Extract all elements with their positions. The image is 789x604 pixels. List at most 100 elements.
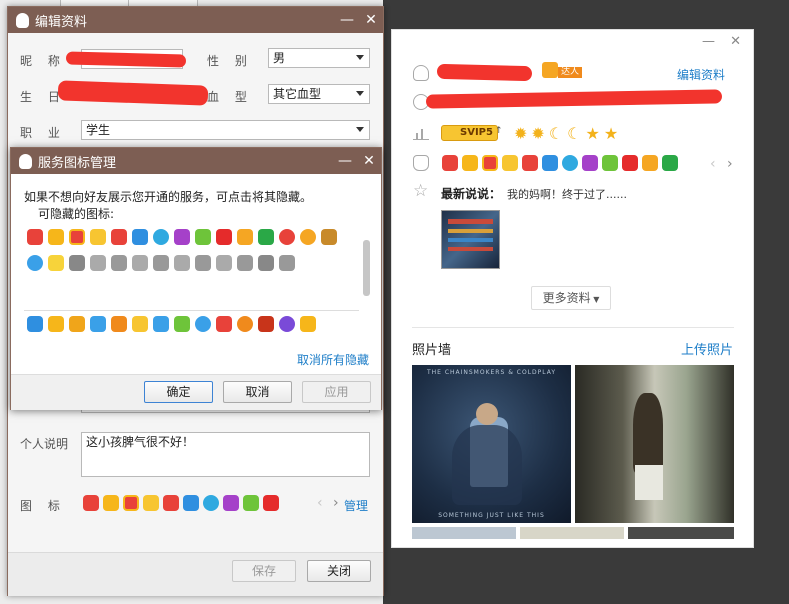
album-bottom-text: SOMETHING JUST LIKE THIS [438, 512, 545, 519]
book-icon[interactable] [642, 155, 658, 171]
purple-diamond-icon[interactable] [223, 495, 239, 511]
orange-circle-icon[interactable] [300, 229, 316, 245]
purple-diamond-icon[interactable] [174, 229, 190, 245]
qq-penguin-icon[interactable] [462, 155, 478, 171]
blue-diamond-icon[interactable] [542, 155, 558, 171]
red-arrow-icon[interactable] [263, 495, 279, 511]
bio-textarea[interactable]: 这小孩脾气很不好！ [81, 432, 370, 477]
latest-post-text[interactable]: 我的妈啊！终于过了...... [507, 186, 627, 202]
gold-diamond-icon[interactable] [48, 255, 64, 271]
orange-app-icon[interactable] [237, 316, 253, 332]
yellow-diamond-icon[interactable] [143, 495, 159, 511]
blue-app-icon[interactable] [195, 316, 211, 332]
gray-icon[interactable] [174, 255, 190, 271]
red-app-icon[interactable] [258, 316, 274, 332]
purple-diamond-icon[interactable] [582, 155, 598, 171]
qq-penguin-icon[interactable] [103, 495, 119, 511]
red-arrow-icon[interactable] [622, 155, 638, 171]
green-diamond-icon[interactable] [258, 229, 274, 245]
manage-link[interactable]: 管理 [344, 497, 368, 514]
gender-select[interactable]: 男 [268, 48, 370, 68]
gray-icon[interactable] [216, 255, 232, 271]
blue-diamond-icon[interactable] [132, 229, 148, 245]
red-app-icon[interactable] [216, 316, 232, 332]
heart-icon[interactable] [83, 495, 99, 511]
blood-type-select[interactable]: 其它血型 [268, 84, 370, 104]
close-dialog-button[interactable]: 关闭 [307, 560, 371, 582]
red-diamond-icon[interactable] [522, 155, 538, 171]
blue-app-icon[interactable] [90, 316, 106, 332]
star-service-icon[interactable] [562, 155, 578, 171]
photo-thumb[interactable] [412, 527, 516, 539]
purple-app-icon[interactable] [279, 316, 295, 332]
gray-icon[interactable] [153, 255, 169, 271]
orange-app-icon[interactable] [111, 316, 127, 332]
scrollbar-thumb[interactable] [363, 240, 370, 296]
edit-profile-link[interactable]: 编辑资料 [677, 66, 725, 83]
divider [412, 327, 734, 328]
cancel-all-hidden-link[interactable]: 取消所有隐藏 [297, 351, 369, 368]
minimize-button[interactable]: — [333, 153, 357, 169]
gray-icon[interactable] [69, 255, 85, 271]
star-app-icon[interactable] [132, 316, 148, 332]
game-icon[interactable] [69, 229, 85, 245]
qq-penguin-icon[interactable] [48, 229, 64, 245]
gray-icon[interactable] [258, 255, 274, 271]
ok-button[interactable]: 确定 [144, 381, 213, 403]
album-cover-photo[interactable]: THE CHAINSMOKERS & COLDPLAY SOMETHING JU… [412, 365, 571, 523]
star-service-icon[interactable] [203, 495, 219, 511]
photo-thumb[interactable] [628, 527, 734, 539]
photo-thumb[interactable] [520, 527, 624, 539]
yellow-diamond-icon[interactable] [502, 155, 518, 171]
icons-prev-arrow[interactable]: ‹ [710, 156, 716, 172]
yellow-app-icon[interactable] [300, 316, 316, 332]
upload-photo-link[interactable]: 上传照片 [681, 339, 733, 358]
red-diamond-icon[interactable] [111, 229, 127, 245]
book-icon[interactable] [237, 229, 253, 245]
post-thumbnail[interactable] [441, 210, 500, 269]
more-info-button[interactable]: 更多资料 ▼ [531, 286, 611, 310]
blue-app-icon[interactable] [153, 316, 169, 332]
gray-icon[interactable] [279, 255, 295, 271]
green-music-icon[interactable] [195, 229, 211, 245]
gray-icon[interactable] [90, 255, 106, 271]
card-close-button[interactable]: ✕ [730, 34, 741, 49]
brown-icon[interactable] [321, 229, 337, 245]
red-diamond-icon[interactable] [163, 495, 179, 511]
yellow-diamond-icon[interactable] [90, 229, 106, 245]
minimize-button[interactable]: — [335, 12, 359, 28]
cloud-icon[interactable] [27, 255, 43, 271]
card-minimize-button[interactable]: — [702, 34, 715, 49]
cancel-button[interactable]: 取消 [223, 381, 292, 403]
yellow-app-icon[interactable] [69, 316, 85, 332]
gray-icon[interactable] [111, 255, 127, 271]
heart-icon[interactable] [27, 229, 43, 245]
job-select[interactable]: 学生 [81, 120, 370, 140]
save-button[interactable]: 保存 [232, 560, 296, 582]
blue-diamond-icon[interactable] [183, 495, 199, 511]
svip-badge[interactable]: SVIP5 [441, 125, 498, 141]
green-diamond-icon[interactable] [662, 155, 678, 171]
blue-app-icon[interactable] [27, 316, 43, 332]
green-app-icon[interactable] [174, 316, 190, 332]
game-icon[interactable] [123, 495, 139, 511]
close-button[interactable]: ✕ [357, 153, 381, 169]
star-service-icon[interactable] [153, 229, 169, 245]
green-music-icon[interactable] [602, 155, 618, 171]
game-icon[interactable] [482, 155, 498, 171]
qq-icon[interactable] [48, 316, 64, 332]
green-music-icon[interactable] [243, 495, 259, 511]
gray-icon[interactable] [237, 255, 253, 271]
window-boy-photo[interactable] [575, 365, 734, 523]
heart-icon[interactable] [442, 155, 458, 171]
icons-next-arrow[interactable]: › [727, 156, 733, 172]
gray-icon[interactable] [195, 255, 211, 271]
close-button[interactable]: ✕ [359, 12, 383, 28]
icons-next-arrow[interactable]: › [333, 495, 339, 511]
bio-label: 个人说明 [20, 437, 69, 451]
red-arrow-icon[interactable] [216, 229, 232, 245]
icons-prev-arrow[interactable]: ‹ [317, 495, 323, 511]
red-circle-icon[interactable] [279, 229, 295, 245]
gray-icon[interactable] [132, 255, 148, 271]
apply-button[interactable]: 应用 [302, 381, 371, 403]
